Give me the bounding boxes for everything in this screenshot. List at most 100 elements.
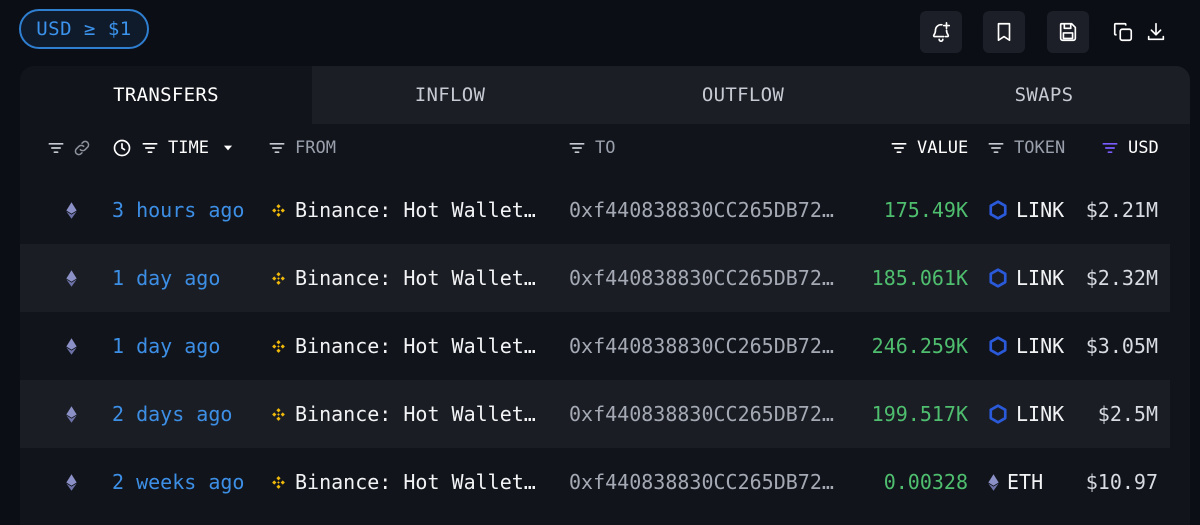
clock-icon bbox=[113, 139, 131, 157]
ethereum-icon bbox=[65, 269, 77, 287]
from-entity[interactable]: Binance: Hot Wallet… bbox=[270, 448, 536, 516]
usd-cell: $3.05M bbox=[1085, 334, 1158, 358]
usd-cell: $10.97 bbox=[1085, 470, 1158, 494]
token-cell[interactable]: LINK bbox=[988, 380, 1064, 448]
table-row[interactable]: 3 hours ago Binance: Hot Wallet… 0xf440838… bbox=[20, 176, 1170, 244]
token-cell[interactable]: LINK bbox=[988, 244, 1064, 312]
binance-icon bbox=[272, 407, 285, 421]
bookmark-button[interactable] bbox=[983, 11, 1025, 53]
chain-cell[interactable] bbox=[62, 448, 80, 516]
download-icon bbox=[1147, 22, 1165, 41]
token-label: LINK bbox=[1016, 402, 1065, 426]
from-entity[interactable]: Binance: Hot Wallet… bbox=[270, 244, 536, 312]
ethereum-token-icon bbox=[988, 473, 999, 491]
to-address[interactable]: 0xf440838830CC265DB72… bbox=[569, 244, 834, 312]
value-cell: 185.061K bbox=[871, 266, 968, 290]
time-link[interactable]: 2 days ago bbox=[112, 380, 232, 448]
time-link[interactable]: 1 day ago bbox=[112, 244, 220, 312]
from-entity[interactable]: Binance: Hot Wallet… bbox=[270, 312, 536, 380]
tab-bar: TRANSFERS INFLOW OUTFLOW SWAPS bbox=[20, 66, 1190, 124]
token-cell[interactable]: LINK bbox=[988, 176, 1064, 244]
token-cell[interactable]: ETH bbox=[988, 448, 1043, 516]
binance-icon bbox=[272, 203, 285, 217]
chain-filter[interactable] bbox=[46, 138, 92, 158]
usd-filter-pill[interactable]: USD ≥ $1 bbox=[19, 9, 149, 49]
filter-icon bbox=[988, 143, 1004, 153]
save-icon bbox=[1059, 22, 1077, 42]
bookmark-icon bbox=[997, 22, 1011, 42]
time-column-header[interactable]: TIME bbox=[112, 138, 235, 158]
token-label: LINK bbox=[1016, 266, 1065, 290]
to-address[interactable]: 0xf440838830CC265DB72… bbox=[569, 380, 834, 448]
add-alert-button[interactable] bbox=[920, 11, 962, 53]
from-entity[interactable]: Binance: Hot Wallet… bbox=[270, 176, 536, 244]
from-label: Binance: Hot Wallet… bbox=[295, 334, 536, 358]
ethereum-icon bbox=[65, 201, 77, 219]
copy-icon bbox=[1113, 22, 1133, 42]
binance-icon bbox=[272, 271, 285, 285]
to-address[interactable]: 0xf440838830CC265DB72… bbox=[569, 312, 834, 380]
token-cell[interactable]: LINK bbox=[988, 312, 1064, 380]
table-row[interactable]: 1 day ago Binance: Hot Wallet… 0xf44083883… bbox=[20, 312, 1170, 380]
copy-button[interactable] bbox=[1108, 13, 1138, 51]
filter-icon bbox=[891, 143, 907, 153]
to-header-label: TO bbox=[595, 138, 616, 158]
save-button[interactable] bbox=[1047, 11, 1089, 53]
token-label: LINK bbox=[1016, 334, 1065, 358]
value-cell: 0.00328 bbox=[883, 470, 968, 494]
tab-outflow[interactable]: OUTFLOW bbox=[588, 66, 898, 124]
value-cell: 246.259K bbox=[871, 334, 968, 358]
time-link[interactable]: 2 weeks ago bbox=[112, 448, 244, 516]
value-header-label: VALUE bbox=[917, 138, 969, 158]
caret-down-icon bbox=[223, 145, 233, 151]
chain-cell[interactable] bbox=[62, 244, 80, 312]
table-row[interactable]: 2 days ago Binance: Hot Wallet… 0xf4408388… bbox=[20, 380, 1170, 448]
bell-plus-icon bbox=[932, 22, 951, 42]
download-button[interactable] bbox=[1141, 13, 1171, 51]
time-link[interactable]: 1 day ago bbox=[112, 312, 220, 380]
usd-cell: $2.21M bbox=[1085, 198, 1158, 222]
ethereum-icon bbox=[65, 337, 77, 355]
ethereum-icon bbox=[65, 405, 77, 423]
chain-cell[interactable] bbox=[62, 380, 80, 448]
tab-inflow[interactable]: INFLOW bbox=[312, 66, 588, 124]
from-entity[interactable]: Binance: Hot Wallet… bbox=[270, 380, 536, 448]
from-column-header[interactable]: FROM bbox=[267, 138, 336, 158]
chainlink-icon bbox=[989, 268, 1007, 288]
chainlink-icon bbox=[989, 200, 1007, 220]
chainlink-icon bbox=[989, 404, 1007, 424]
filter-icon bbox=[48, 143, 64, 153]
token-header-label: TOKEN bbox=[1014, 138, 1066, 158]
token-label: LINK bbox=[1016, 198, 1065, 222]
chain-cell[interactable] bbox=[62, 312, 80, 380]
from-label: Binance: Hot Wallet… bbox=[295, 470, 536, 494]
transfers-panel: TRANSFERS INFLOW OUTFLOW SWAPS TIME FROM… bbox=[20, 66, 1190, 525]
usd-column-header[interactable]: USD bbox=[1100, 138, 1159, 158]
filter-icon bbox=[142, 143, 158, 153]
token-label: ETH bbox=[1007, 470, 1044, 494]
filter-icon bbox=[269, 143, 285, 153]
table-row[interactable]: 1 day ago Binance: Hot Wallet… 0xf44083883… bbox=[20, 244, 1170, 312]
table-header: TIME FROM TO VALUE TOKEN USD bbox=[20, 124, 1190, 174]
to-column-header[interactable]: TO bbox=[567, 138, 615, 158]
value-cell: 199.517K bbox=[871, 402, 968, 426]
token-column-header[interactable]: TOKEN bbox=[986, 138, 1065, 158]
link-icon bbox=[74, 140, 90, 156]
filter-icon bbox=[569, 143, 585, 153]
filter-active-icon bbox=[1102, 143, 1118, 153]
binance-icon bbox=[272, 339, 285, 353]
chain-cell[interactable] bbox=[62, 176, 80, 244]
to-address[interactable]: 0xf440838830CC265DB72… bbox=[569, 448, 834, 516]
ethereum-icon bbox=[65, 473, 77, 491]
tab-transfers[interactable]: TRANSFERS bbox=[20, 66, 312, 124]
time-link[interactable]: 3 hours ago bbox=[112, 176, 244, 244]
table-row[interactable]: 2 weeks ago Binance: Hot Wallet… 0xf440838… bbox=[20, 448, 1170, 516]
tab-swaps[interactable]: SWAPS bbox=[898, 66, 1190, 124]
usd-header-label: USD bbox=[1128, 138, 1159, 158]
usd-cell: $2.32M bbox=[1085, 266, 1158, 290]
value-cell: 175.49K bbox=[883, 198, 968, 222]
from-label: Binance: Hot Wallet… bbox=[295, 198, 536, 222]
value-column-header[interactable]: VALUE bbox=[889, 138, 968, 158]
from-header-label: FROM bbox=[295, 138, 336, 158]
to-address[interactable]: 0xf440838830CC265DB72… bbox=[569, 176, 834, 244]
